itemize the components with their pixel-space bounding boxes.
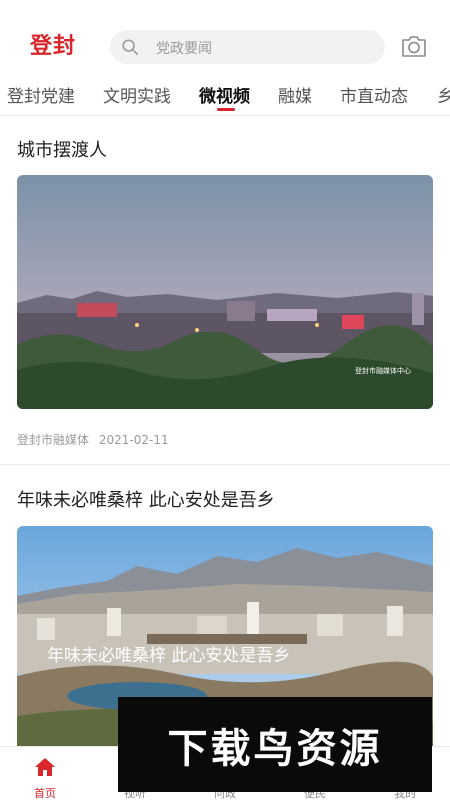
camera-icon[interactable] [400,33,428,59]
nav-home[interactable]: 首页 [0,747,90,800]
city-night-image: 登封市融媒体中心 [17,175,433,409]
tab-dengfeng-party[interactable]: 登封党建 [7,82,75,107]
article-divider [0,464,450,465]
tab-civilization-practice[interactable]: 文明实践 [103,82,171,107]
article-source: 登封市融媒体 [17,433,90,447]
app-logo[interactable]: 登封 [30,28,76,60]
search-placeholder: 党政要闻 [156,41,212,57]
article-thumbnail[interactable]: 登封市融媒体中心 [17,175,433,409]
watermark-banner-text: 下载鸟资源 [167,725,383,772]
home-icon [35,758,55,776]
search-icon [122,39,139,56]
article-title[interactable]: 年味未必唯桑梓 此心安处是吾乡 [17,486,275,512]
tab-rongmei[interactable]: 融媒 [278,82,312,107]
article-date: 2021-02-11 [98,433,169,447]
tab-micro-video[interactable]: 微视频 [199,82,250,107]
article-meta: 登封市融媒体 2021-02-11 [17,431,169,448]
active-tab-indicator [217,108,235,111]
nav-home-label: 首页 [34,787,56,800]
watermark-banner: 下载鸟资源 [118,697,432,792]
search-bar[interactable]: 党政要闻 [110,30,385,64]
app-header: 登封 党政要闻 [0,0,450,72]
video-caption-overlay: 年味未必唯桑梓 此心安处是吾乡 [47,646,290,666]
video-watermark: 登封市融媒体中心 [355,366,411,375]
tab-city-news[interactable]: 市直动态 [340,82,408,107]
tab-township[interactable]: 乡 [437,82,450,107]
article-title[interactable]: 城市摆渡人 [17,136,107,162]
